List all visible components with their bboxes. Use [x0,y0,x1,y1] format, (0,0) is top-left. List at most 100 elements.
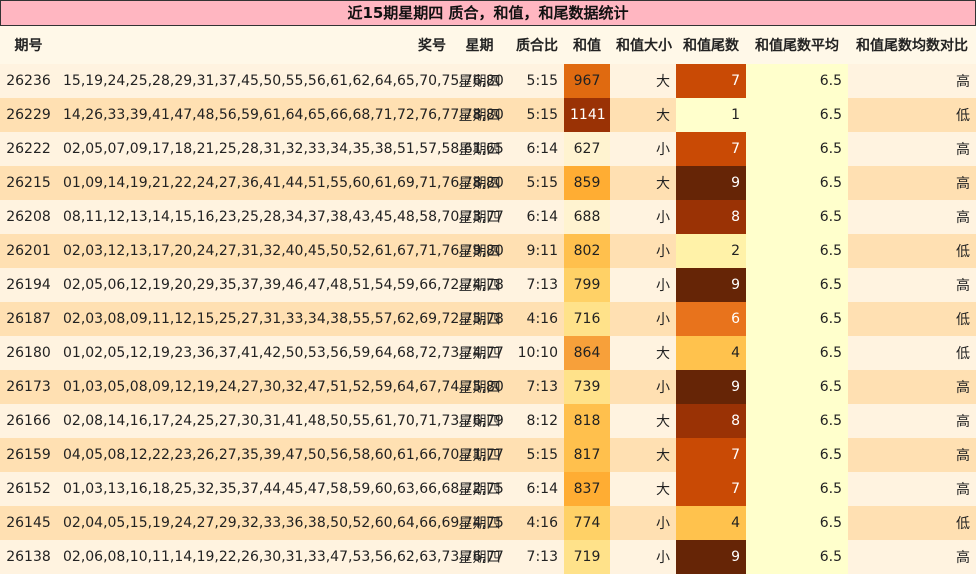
cell-tail: 4 [676,506,746,540]
cell-compare: 低 [848,336,976,370]
table-row: 26208 08,11,12,13,14,15,16,23,25,28,34,37… [0,200,976,234]
cell-compare: 高 [848,404,976,438]
cell-numbers: 02,03,12,13,17,20,24,27,31,32,40,45,50,5… [57,234,504,268]
cell-numbers: 02,05,06,12,19,20,29,35,37,39,46,47,48,5… [57,268,504,302]
cell-period: 26152 [0,472,57,506]
cell-tail: 7 [676,438,746,472]
cell-period: 26208 [0,200,57,234]
cell-numbers: 01,03,05,08,09,12,19,24,27,30,32,47,51,5… [57,370,504,404]
cell-avg: 6.5 [746,64,848,98]
cell-compare: 高 [848,200,976,234]
cell-ratio: 4:16 [507,506,564,540]
cell-size: 小 [610,302,676,336]
cell-size: 小 [610,506,676,540]
cell-period: 26215 [0,166,57,200]
cell-period: 26187 [0,302,57,336]
stats-page: 近15期星期四 质合，和值，和尾数据统计 期号 奖号 星期 质合比 和值 和值大… [0,0,976,574]
cell-size: 小 [610,268,676,302]
cell-ratio: 5:15 [507,64,564,98]
cell-weekday: 星期四 [452,336,507,370]
cell-sum: 739 [564,370,610,404]
cell-numbers: 02,05,07,09,17,18,21,25,28,31,32,33,34,3… [57,132,504,166]
cell-tail: 9 [676,166,746,200]
table-row: 26138 02,06,08,10,11,14,19,22,26,30,31,33… [0,540,976,574]
cell-avg: 6.5 [746,438,848,472]
cell-weekday: 星期四 [452,268,507,302]
cell-avg: 6.5 [746,98,848,132]
col-header-avg: 和值尾数平均 [746,26,848,64]
cell-sum: 802 [564,234,610,268]
table-row: 26145 02,04,05,15,19,24,27,29,32,33,36,38… [0,506,976,540]
cell-numbers: 02,03,08,09,11,12,15,25,27,31,33,34,38,5… [57,302,504,336]
col-header-compare: 和值尾数均数对比 [848,26,976,64]
table-row: 26187 02,03,08,09,11,12,15,25,27,31,33,34… [0,302,976,336]
cell-numbers: 01,02,05,12,19,23,36,37,41,42,50,53,56,5… [57,336,504,370]
cell-ratio: 7:13 [507,370,564,404]
cell-sum: 774 [564,506,610,540]
cell-compare: 高 [848,540,976,574]
table-row: 26152 01,03,13,16,18,25,32,35,37,44,45,47… [0,472,976,506]
cell-period: 26166 [0,404,57,438]
cell-size: 大 [610,98,676,132]
cell-period: 26222 [0,132,57,166]
cell-tail: 8 [676,200,746,234]
cell-sum: 967 [564,64,610,98]
cell-size: 大 [610,166,676,200]
cell-period: 26236 [0,64,57,98]
cell-period: 26138 [0,540,57,574]
cell-size: 大 [610,472,676,506]
cell-avg: 6.5 [746,200,848,234]
cell-sum: 1141 [564,98,610,132]
stats-table: 期号 奖号 星期 质合比 和值 和值大小 和值尾数 和值尾数平均 和值尾数均数对… [0,26,976,574]
cell-weekday: 星期四 [452,132,507,166]
cell-weekday: 星期四 [452,64,507,98]
cell-avg: 6.5 [746,370,848,404]
col-header-numbers: 奖号 [57,26,452,64]
cell-sum: 627 [564,132,610,166]
col-header-tail: 和值尾数 [676,26,746,64]
col-header-ratio: 质合比 [507,26,564,64]
cell-avg: 6.5 [746,302,848,336]
cell-size: 小 [610,370,676,404]
cell-tail: 7 [676,472,746,506]
cell-size: 大 [610,404,676,438]
cell-sum: 837 [564,472,610,506]
cell-sum: 818 [564,404,610,438]
table-row: 26215 01,09,14,19,21,22,24,27,36,41,44,51… [0,166,976,200]
cell-size: 小 [610,540,676,574]
cell-weekday: 星期四 [452,200,507,234]
cell-size: 小 [610,132,676,166]
cell-sum: 859 [564,166,610,200]
cell-compare: 低 [848,234,976,268]
cell-weekday: 星期四 [452,438,507,472]
cell-period: 26159 [0,438,57,472]
cell-size: 大 [610,336,676,370]
cell-avg: 6.5 [746,132,848,166]
cell-avg: 6.5 [746,234,848,268]
cell-tail: 2 [676,234,746,268]
cell-ratio: 7:13 [507,268,564,302]
cell-weekday: 星期四 [452,540,507,574]
cell-size: 大 [610,438,676,472]
cell-compare: 高 [848,64,976,98]
cell-weekday: 星期四 [452,302,507,336]
cell-size: 大 [610,64,676,98]
table-row: 26180 01,02,05,12,19,23,36,37,41,42,50,53… [0,336,976,370]
cell-weekday: 星期四 [452,506,507,540]
cell-compare: 高 [848,438,976,472]
cell-ratio: 5:15 [507,98,564,132]
cell-avg: 6.5 [746,336,848,370]
cell-sum: 719 [564,540,610,574]
cell-avg: 6.5 [746,472,848,506]
cell-numbers: 01,09,14,19,21,22,24,27,36,41,44,51,55,6… [57,166,504,200]
cell-sum: 688 [564,200,610,234]
table-row: 26173 01,03,05,08,09,12,19,24,27,30,32,47… [0,370,976,404]
cell-size: 小 [610,234,676,268]
cell-period: 26180 [0,336,57,370]
table-row: 26166 02,08,14,16,17,24,25,27,30,31,41,48… [0,404,976,438]
col-header-period: 期号 [0,26,57,64]
cell-period: 26229 [0,98,57,132]
cell-weekday: 星期四 [452,404,507,438]
cell-numbers: 15,19,24,25,28,29,31,37,45,50,55,56,61,6… [57,64,504,98]
cell-numbers: 04,05,08,12,22,23,26,27,35,39,47,50,56,5… [57,438,504,472]
